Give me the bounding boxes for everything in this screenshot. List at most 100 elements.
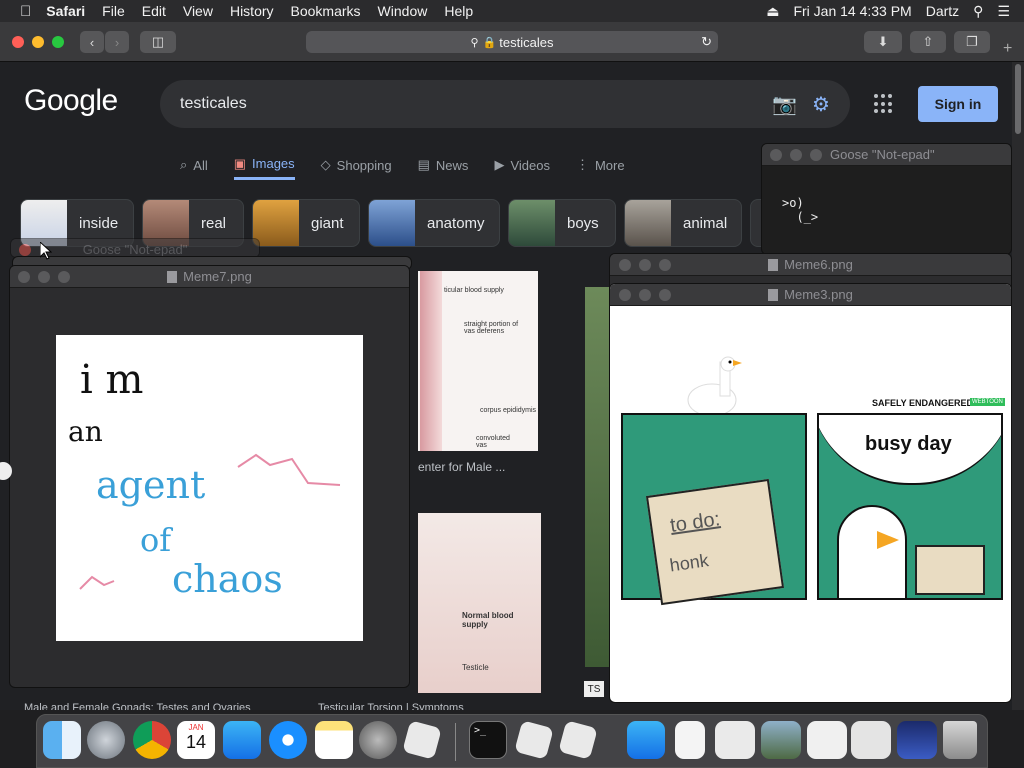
window-thumb[interactable] — [897, 721, 937, 759]
spotlight-icon[interactable]: ⚲ — [973, 3, 983, 20]
close-button[interactable] — [19, 244, 31, 256]
share-button[interactable]: ⇧ — [910, 31, 946, 53]
notes-icon[interactable] — [315, 721, 353, 759]
user-name[interactable]: Dartz — [926, 3, 959, 19]
search-query[interactable]: testicales — [180, 95, 247, 113]
menu-bookmarks[interactable]: Bookmarks — [291, 3, 361, 19]
address-bar[interactable]: ⚲ 🔒 testicales ↻ — [306, 31, 718, 53]
control-center-icon[interactable]: ☰ — [997, 3, 1010, 20]
close-button[interactable] — [770, 149, 782, 161]
menu-window[interactable]: Window — [378, 3, 428, 19]
tab-images[interactable]: ▣ Images — [233, 150, 295, 180]
diagram-label: Testicle — [462, 663, 489, 672]
result-image-blood-supply[interactable]: Normal blood supply Testicle — [418, 513, 541, 693]
goose-ascii-line: >o) — [782, 196, 804, 210]
chip-boys[interactable]: boys — [508, 199, 616, 247]
search-icon: ⚲ — [470, 36, 479, 49]
sign-in-button[interactable]: Sign in — [918, 86, 998, 122]
forward-button[interactable]: › — [105, 31, 129, 53]
close-window-button[interactable] — [12, 36, 24, 48]
google-logo[interactable]: Google — [24, 84, 118, 118]
zoom-button[interactable] — [659, 259, 671, 271]
window-thumb[interactable] — [807, 721, 847, 759]
window-title: Meme3.png — [784, 287, 853, 302]
tab-all[interactable]: ⌕ All — [180, 150, 208, 180]
minimize-window-button[interactable] — [32, 36, 44, 48]
menu-help[interactable]: Help — [444, 3, 473, 19]
window-thumb[interactable] — [761, 721, 801, 759]
roblox-icon[interactable] — [402, 720, 442, 760]
roblox-icon[interactable] — [558, 720, 598, 760]
zoom-button[interactable] — [58, 271, 70, 283]
result-caption[interactable]: enter for Male ... — [418, 460, 505, 474]
apple-menu-icon[interactable]:  — [20, 3, 31, 20]
tab-videos[interactable]: ▶ Videos — [494, 150, 550, 180]
tab-label: News — [435, 157, 469, 173]
window-thumb[interactable] — [715, 721, 755, 759]
chip-animal[interactable]: animal — [624, 199, 742, 247]
minimize-button[interactable] — [639, 259, 651, 271]
apps-grid-icon[interactable] — [874, 94, 894, 114]
page-scrollbar[interactable] — [1012, 62, 1024, 710]
menu-app-name[interactable]: Safari — [46, 3, 85, 19]
chrome-icon[interactable] — [133, 721, 171, 759]
tab-more[interactable]: ⋮ More — [576, 150, 625, 180]
zoom-window-button[interactable] — [52, 36, 64, 48]
menu-edit[interactable]: Edit — [142, 3, 166, 19]
app-store-icon[interactable] — [223, 721, 261, 759]
roblox-icon[interactable] — [514, 720, 554, 760]
launchpad-icon[interactable] — [87, 721, 125, 759]
finder-icon[interactable] — [43, 721, 81, 759]
chip-thumbnail — [509, 200, 555, 246]
window-title: Meme7.png — [183, 269, 252, 284]
calendar-icon[interactable]: JAN 14 — [177, 721, 215, 759]
result-image-anatomy[interactable]: ticular blood supply straight portion of… — [418, 271, 538, 451]
menu-view[interactable]: View — [183, 3, 213, 19]
meme3-window[interactable]: Meme3.png SAFELY ENDANGERED WEBTOON to d… — [609, 283, 1012, 703]
result-badge: TS — [584, 681, 604, 697]
chip-thumbnail — [369, 200, 415, 246]
result-title[interactable]: Testicular Torsion | Symptoms — [318, 702, 464, 710]
meme7-window[interactable]: Meme7.png i m an agent of chaos — [9, 265, 410, 688]
sidebar-toggle-button[interactable]: ◫ — [140, 31, 176, 53]
tab-label: Videos — [510, 157, 550, 173]
close-button[interactable] — [619, 289, 631, 301]
new-tab-button[interactable]: + — [1003, 40, 1012, 58]
close-button[interactable] — [619, 259, 631, 271]
safari-icon[interactable] — [269, 721, 307, 759]
clock[interactable]: Fri Jan 14 4:33 PM — [793, 3, 911, 19]
camera-icon[interactable]: 📷 — [772, 92, 797, 117]
tab-news[interactable]: ▤ News — [418, 150, 469, 180]
note-text: to do: — [668, 508, 722, 537]
app-store-icon[interactable] — [627, 721, 665, 759]
menu-history[interactable]: History — [230, 3, 274, 19]
back-button[interactable]: ‹ — [80, 31, 104, 53]
terminal-icon[interactable]: >_ — [469, 721, 507, 759]
chip-label: animal — [683, 214, 728, 232]
goose-notepad-window[interactable]: Goose "Not-epad" >o) (_> — [761, 143, 1012, 255]
close-button[interactable] — [18, 271, 30, 283]
minimize-button[interactable] — [639, 289, 651, 301]
file-icon[interactable] — [675, 721, 705, 759]
chip-anatomy[interactable]: anatomy — [368, 199, 500, 247]
tabs-overview-button[interactable]: ❐ — [954, 31, 990, 53]
result-image-green[interactable] — [585, 287, 611, 667]
minimize-button[interactable] — [38, 271, 50, 283]
menu-file[interactable]: File — [102, 3, 125, 19]
zoom-button[interactable] — [659, 289, 671, 301]
search-settings-icon[interactable]: ⚙ — [812, 92, 830, 117]
search-box[interactable]: testicales 📷 ⚙ — [160, 80, 850, 128]
tab-shopping[interactable]: ◇ Shopping — [321, 150, 392, 180]
trash-icon[interactable] — [943, 721, 977, 759]
chip-giant[interactable]: giant — [252, 199, 360, 247]
eject-icon[interactable]: ⏏ — [766, 3, 779, 20]
window-thumb[interactable] — [851, 721, 891, 759]
result-title[interactable]: Male and Female Gonads: Testes and Ovari… — [24, 702, 251, 710]
reload-icon[interactable]: ↻ — [701, 34, 712, 50]
scribble-decoration — [79, 453, 341, 590]
downloads-button[interactable]: ⬇ — [864, 31, 902, 53]
zoom-button[interactable] — [810, 149, 822, 161]
diagram-label: Normal blood supply — [462, 611, 514, 629]
system-preferences-icon[interactable] — [359, 721, 397, 759]
minimize-button[interactable] — [790, 149, 802, 161]
